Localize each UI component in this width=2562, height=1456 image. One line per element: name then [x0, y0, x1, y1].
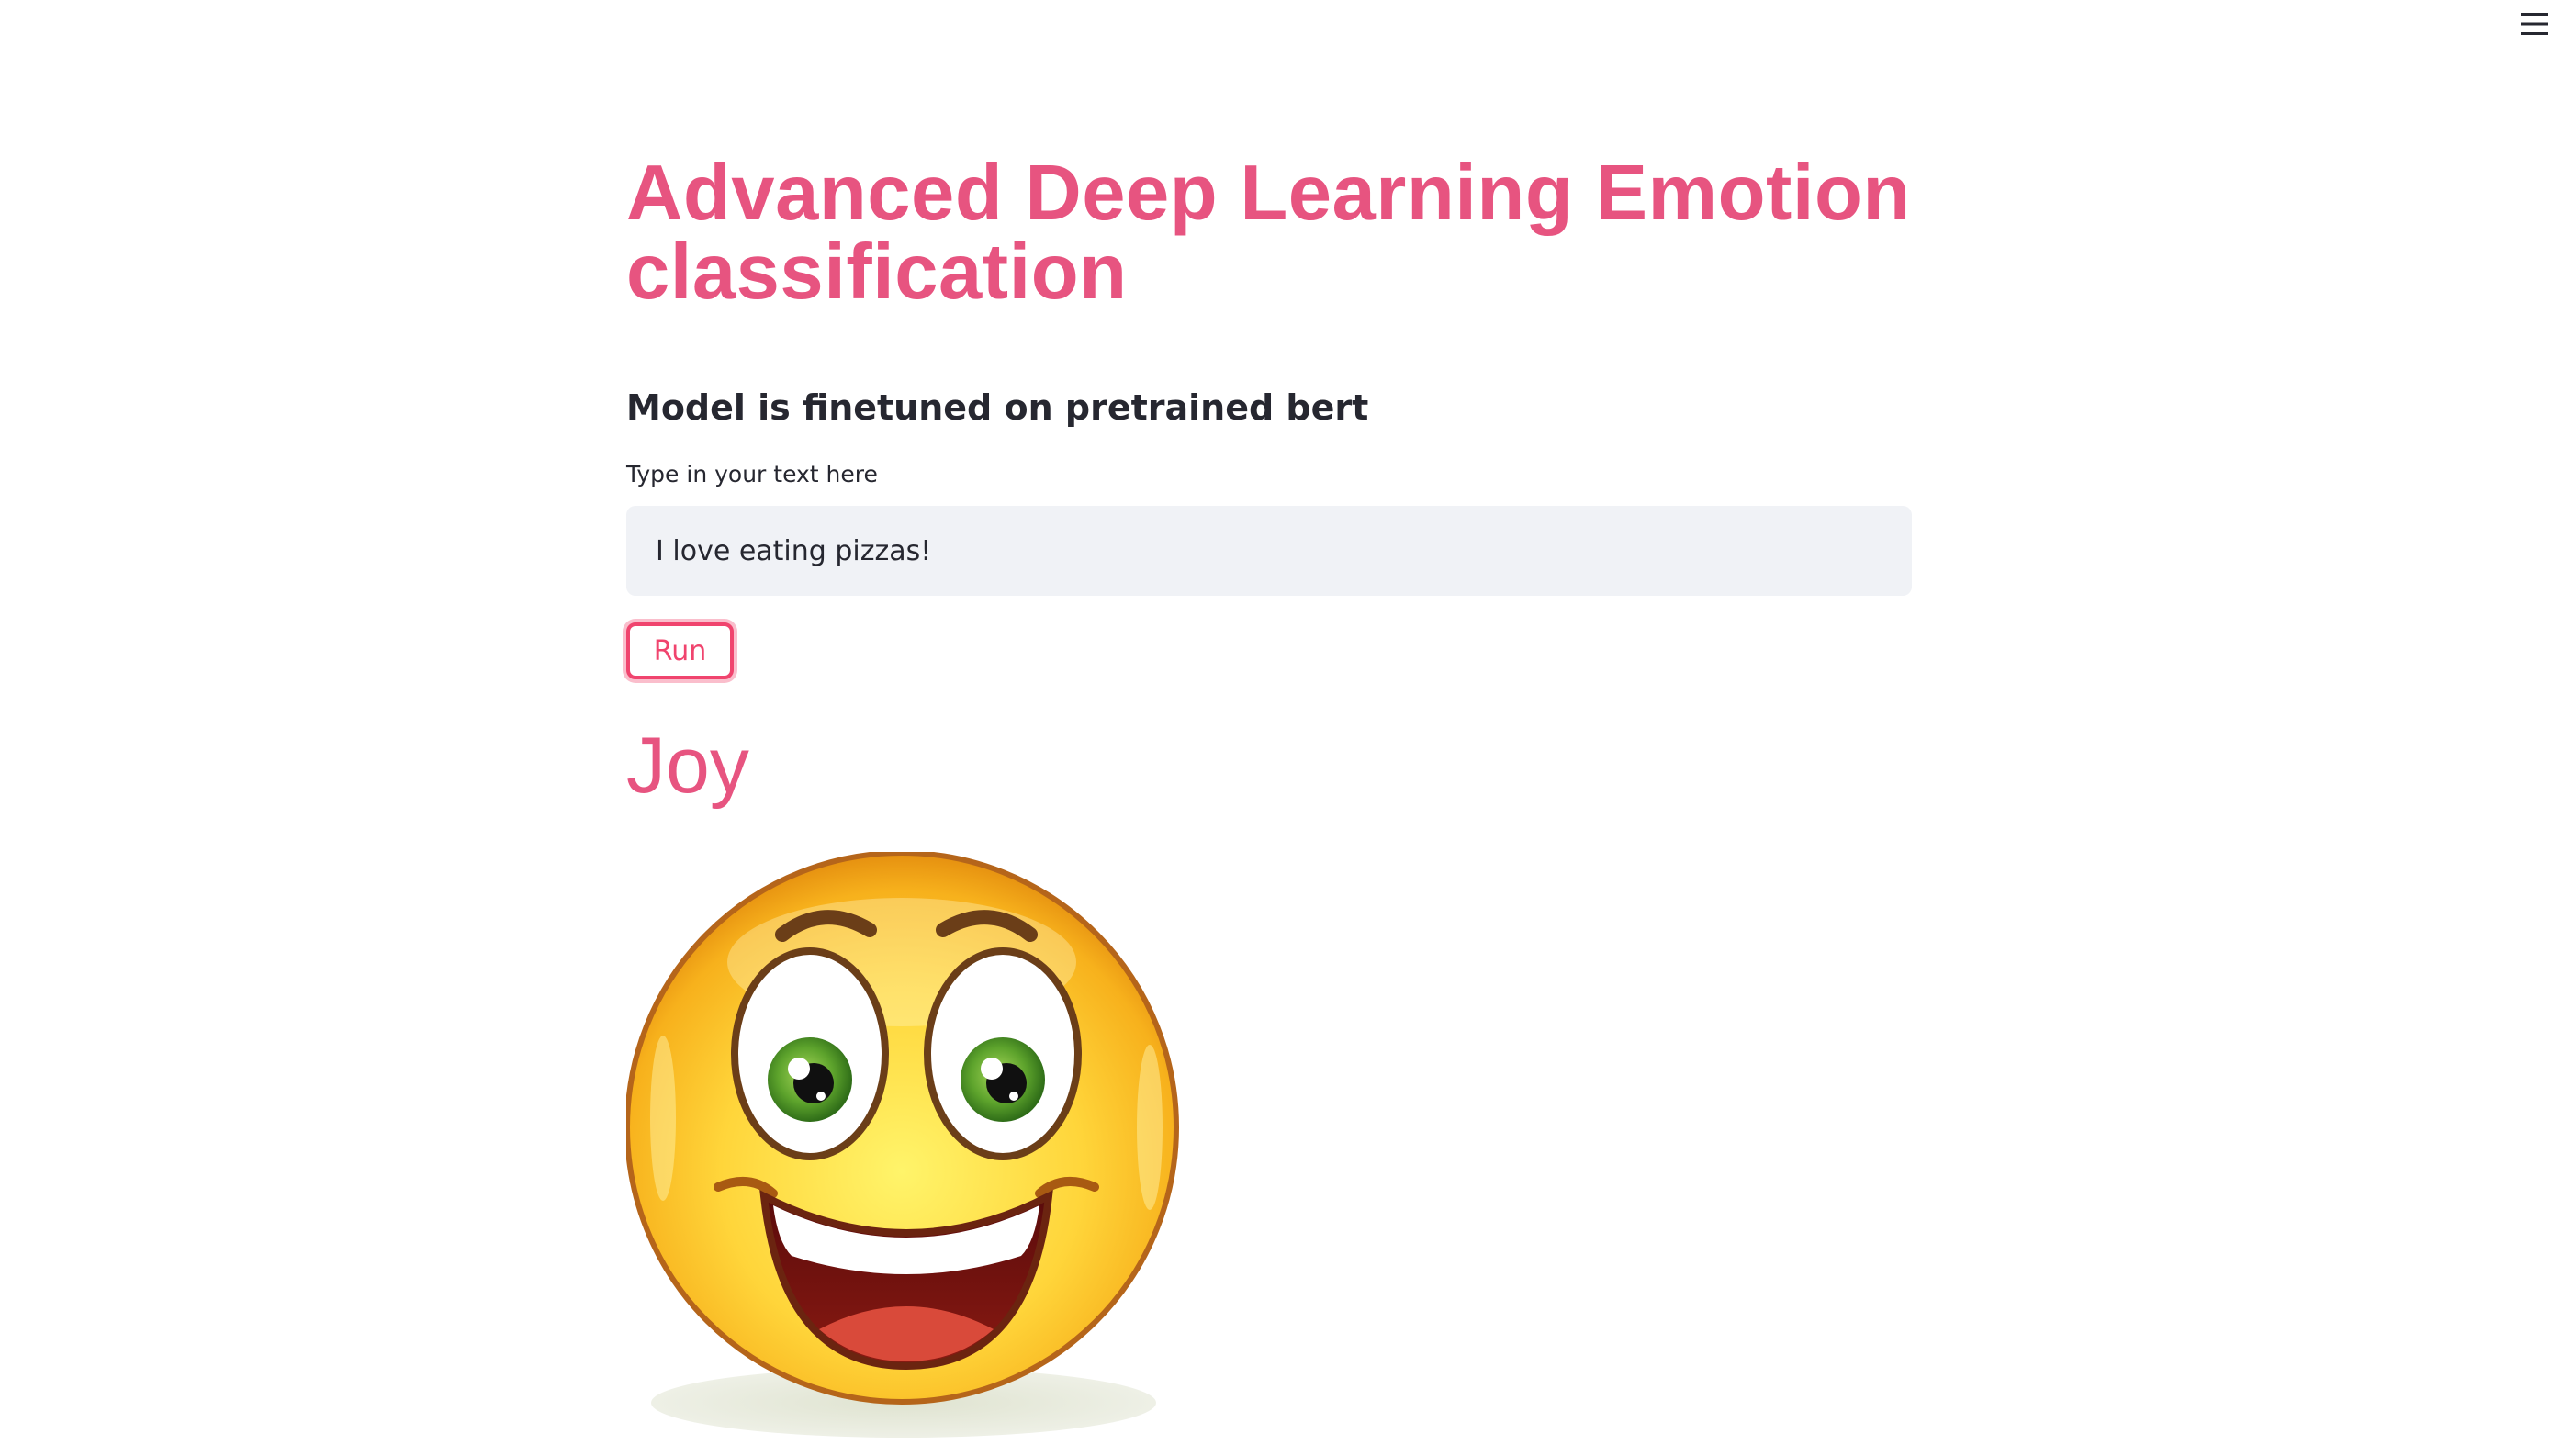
text-input[interactable] — [626, 506, 1912, 596]
emotion-result: Joy — [626, 722, 749, 810]
hamburger-menu-button[interactable] — [2512, 2, 2556, 46]
hamburger-menu-icon — [2521, 13, 2548, 35]
smiling-face-emoji-icon — [626, 852, 1179, 1438]
model-description: Model is finetuned on pretrained bert — [626, 387, 1369, 428]
page-title: Advanced Deep Learning Emotion classific… — [626, 150, 1911, 316]
run-button[interactable]: Run — [626, 622, 734, 679]
text-input-label: Type in your text here — [626, 461, 878, 487]
